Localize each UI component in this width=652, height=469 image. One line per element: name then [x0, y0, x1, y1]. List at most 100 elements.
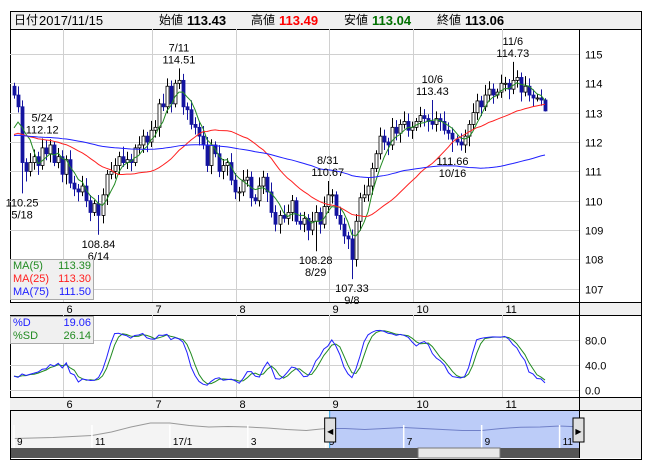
- ma25-legend-row: MA(25) 113.30: [11, 273, 93, 286]
- candle-body: [398, 124, 403, 134]
- candle: [56, 148, 61, 169]
- candle: [366, 178, 371, 202]
- candle-body: [145, 135, 150, 143]
- annotation-value: 112.12: [26, 124, 59, 136]
- candle-body: [133, 147, 138, 163]
- navigator-right-handle[interactable]: ▶: [572, 417, 585, 443]
- candle: [221, 159, 226, 180]
- navigator-left-handle[interactable]: ◀: [324, 417, 337, 443]
- candle-body: [44, 147, 49, 155]
- month-axis-bar: [10, 397, 641, 410]
- candle: [16, 86, 21, 113]
- candle: [362, 184, 367, 203]
- price-tick-label: 109: [585, 226, 603, 238]
- price-tick-label: 107: [585, 285, 603, 297]
- candle-body: [52, 144, 57, 163]
- month-label: 11: [506, 399, 517, 411]
- candle: [24, 158, 29, 182]
- candle: [354, 214, 359, 267]
- candle-body: [294, 200, 299, 222]
- candle-body: [358, 197, 363, 222]
- candle: [257, 177, 262, 207]
- sd-legend-row: %SD 26.14: [11, 330, 93, 343]
- candle: [133, 144, 138, 167]
- annotation-date: 11/6: [503, 36, 524, 48]
- candle: [161, 93, 166, 112]
- chevron-right-icon: ▶: [575, 427, 582, 436]
- ma75-legend-row: MA(75) 111.50: [11, 286, 93, 299]
- candle: [92, 200, 97, 216]
- candle-body: [402, 121, 407, 125]
- candle-body: [302, 217, 307, 225]
- navigator-scrollbar-thumb[interactable]: [417, 447, 501, 459]
- navigator-label: 17/1: [173, 437, 193, 448]
- candle: [273, 205, 278, 232]
- candle: [253, 194, 258, 205]
- stoch-tick-label: 0.0: [585, 386, 600, 398]
- candle: [350, 229, 355, 280]
- candle-body: [430, 121, 435, 125]
- month-label: 7: [156, 399, 162, 411]
- price-tick-label: 112: [585, 138, 603, 150]
- month-label: 9: [333, 399, 339, 411]
- candle: [286, 204, 291, 225]
- candle: [12, 82, 17, 99]
- candle: [177, 68, 182, 90]
- candle-body: [374, 153, 379, 169]
- price-tick-label: 114: [585, 79, 603, 91]
- candle-body: [422, 115, 427, 119]
- candle: [342, 217, 347, 244]
- navigator-label: 11: [563, 437, 574, 448]
- sd-value: 26.14: [63, 330, 91, 342]
- candle-body: [225, 162, 230, 166]
- candle: [434, 111, 439, 132]
- annotation-date: 7/11: [169, 42, 190, 54]
- candle: [306, 214, 311, 241]
- candle-body: [72, 182, 77, 190]
- candle: [96, 195, 101, 235]
- candle-body: [378, 135, 383, 155]
- candle-body: [205, 144, 210, 166]
- candle-body: [233, 179, 238, 193]
- annotation-date: 5/18: [11, 209, 32, 221]
- candle-body: [137, 144, 142, 149]
- candle: [40, 138, 45, 170]
- d-value: 19.06: [63, 317, 91, 329]
- candle-body: [459, 141, 464, 146]
- candle: [241, 170, 246, 197]
- candle: [80, 175, 85, 197]
- candle-body: [535, 97, 540, 100]
- price-tick-label: 115: [585, 50, 603, 62]
- annotation-date: 8/29: [305, 267, 326, 279]
- candle-body: [479, 100, 484, 108]
- candle-body: [446, 129, 451, 134]
- candle-body: [185, 106, 190, 111]
- candle-body: [523, 85, 528, 93]
- candle: [334, 191, 339, 219]
- candle: [406, 113, 411, 137]
- candle-body: [141, 135, 146, 146]
- annotation-value: 107.33: [335, 283, 369, 295]
- price-tick-label: 110: [585, 197, 603, 209]
- candle-body: [109, 170, 114, 175]
- candle-body: [394, 126, 399, 134]
- annotation-value: 110.67: [311, 167, 344, 179]
- candle: [507, 79, 512, 100]
- candle: [398, 119, 403, 143]
- candle-body: [40, 147, 45, 166]
- candle-body: [245, 176, 250, 181]
- candle-body: [278, 215, 283, 225]
- candle-body: [177, 79, 182, 84]
- annotation-date: 9/8: [344, 295, 359, 307]
- candle-body: [80, 185, 85, 193]
- candle: [450, 127, 455, 152]
- candle-body: [261, 176, 266, 187]
- month-label: 6: [67, 399, 73, 411]
- candle-body: [153, 126, 158, 131]
- candle: [129, 153, 134, 172]
- candle-body: [366, 185, 371, 196]
- navigator-corner: [579, 410, 641, 458]
- month-label: 11: [506, 304, 517, 316]
- candle-body: [531, 94, 536, 99]
- annotation-value: 108.84: [82, 239, 116, 251]
